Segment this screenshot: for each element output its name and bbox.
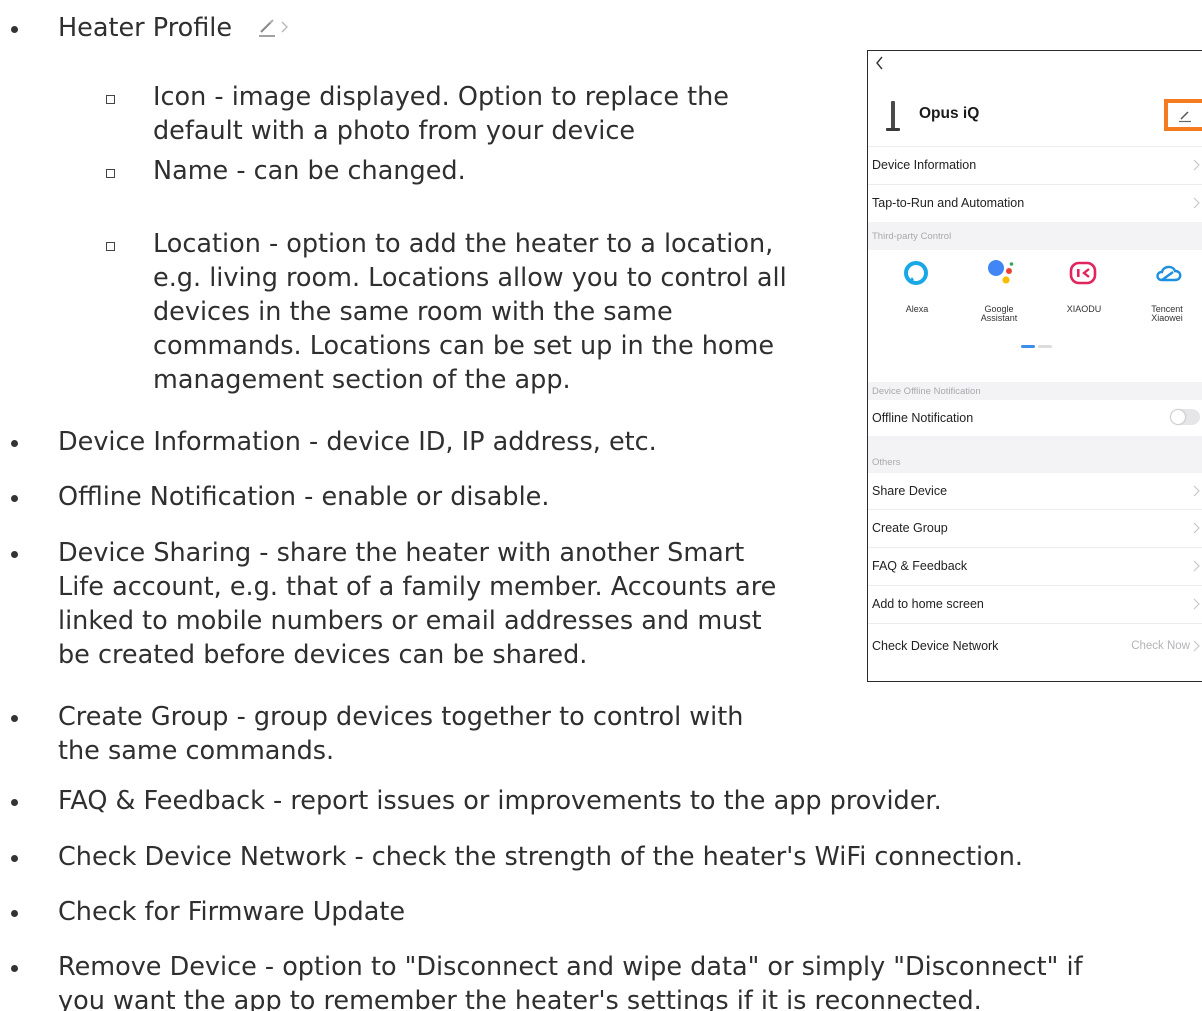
pager-indicator (1038, 345, 1052, 348)
toggle-knob (1171, 410, 1185, 424)
bullet (11, 910, 18, 917)
control-label-google-line-2: Assistant (980, 313, 1018, 323)
item-device-sharing-line-2: Life account, e.g. that of a family memb… (58, 572, 777, 602)
section-header-offline: Device Offline Notification (872, 386, 981, 397)
row-label: Add to home screen (872, 597, 984, 611)
item-create-group-line-2: the same commands. (58, 736, 335, 766)
row-faq-feedback[interactable]: FAQ & Feedback (868, 548, 1202, 585)
chevron-right-icon (1193, 485, 1200, 497)
sub-item-location-line-4: commands. Locations can be set up in the… (153, 331, 775, 361)
item-device-information: Device Information - device ID, IP addre… (58, 427, 657, 457)
edit-name-button[interactable] (1164, 99, 1202, 131)
item-remove-device-line-2: you want the app to remember the heater'… (58, 986, 982, 1011)
row-create-group[interactable]: Create Group (868, 510, 1202, 547)
heading-heater-profile: Heater Profile (58, 13, 233, 43)
row-label: Create Group (872, 521, 948, 535)
tencent-xiaowei-icon (1156, 265, 1182, 282)
pager-indicator-active (1021, 345, 1035, 348)
item-check-device-network: Check Device Network - check the strengt… (58, 842, 1024, 872)
sub-item-icon-line-1: Icon - image displayed. Option to replac… (153, 82, 729, 112)
heading-icons (259, 19, 288, 37)
row-offline-notification: Offline Notification (868, 400, 1202, 436)
bullet (11, 495, 18, 502)
row-check-device-network[interactable]: Check Device Network Check Now (868, 624, 1202, 664)
row-label: Tap-to-Run and Automation (872, 196, 1025, 210)
check-now-label: Check Now (1131, 640, 1190, 652)
row-tap-to-run[interactable]: Tap-to-Run and Automation (868, 185, 1202, 222)
offline-notification-toggle[interactable] (1170, 409, 1200, 425)
device-name: Opus iQ (919, 105, 980, 122)
bullet (11, 715, 18, 722)
section-band: Third-party Control (868, 222, 1202, 250)
row-label: Offline Notification (872, 411, 974, 425)
square-bullet (106, 95, 115, 104)
pencil-icon (259, 19, 275, 37)
sub-item-location-line-5: management section of the app. (153, 365, 571, 395)
bullet (11, 440, 18, 447)
bullet (11, 855, 18, 862)
section-band: Others (868, 436, 1202, 473)
app-screenshot: Opus iQ Device Information Tap-to-Run an… (867, 50, 1202, 682)
item-device-sharing-line-3: linked to mobile numbers or email addres… (58, 606, 762, 636)
xiaodu-icon (1069, 261, 1097, 285)
chevron-right-icon (1193, 197, 1200, 209)
item-offline-notification: Offline Notification - enable or disable… (58, 482, 550, 512)
google-assistant-icon (988, 260, 1014, 284)
item-create-group-line-1: Create Group - group devices together to… (58, 702, 744, 732)
row-label: FAQ & Feedback (872, 559, 968, 573)
sub-item-location-line-1: Location - option to add the heater to a… (153, 229, 774, 259)
control-label-tencent-line-2: Xiaowei (1151, 313, 1183, 323)
control-label-xiaodu: XIAODU (1066, 304, 1102, 314)
section-header-third-party: Third-party Control (872, 231, 952, 242)
bullet (11, 551, 18, 558)
square-bullet (106, 242, 115, 251)
chevron-right-icon (1193, 598, 1200, 610)
third-party-controls: Alexa Google Assistant XIAODU Tencent Xi… (868, 250, 1202, 382)
bullet (11, 965, 18, 972)
heater-device-icon (886, 101, 900, 131)
chevron-left-icon[interactable] (874, 55, 884, 71)
alexa-icon (904, 261, 928, 285)
section-band: Device Offline Notification (868, 382, 1202, 400)
row-label: Share Device (872, 484, 948, 498)
row-label: Device Information (872, 158, 977, 172)
chevron-right-icon (1193, 560, 1200, 572)
sub-item-location-line-2: e.g. living room. Locations allow you to… (153, 263, 787, 293)
chevron-right-icon (1193, 640, 1200, 652)
item-device-sharing-line-4: be created before devices can be shared. (58, 640, 588, 670)
item-remove-device-line-1: Remove Device - option to "Disconnect an… (58, 952, 1083, 982)
row-device-information[interactable]: Device Information (868, 147, 1202, 184)
control-label-alexa: Alexa (905, 304, 929, 314)
bullet (11, 26, 18, 33)
chevron-right-icon (281, 21, 288, 33)
sub-item-icon-line-2: default with a photo from your device (153, 116, 636, 146)
item-faq-feedback: FAQ & Feedback - report issues or improv… (58, 786, 942, 816)
item-firmware-update: Check for Firmware Update (58, 897, 406, 927)
chevron-right-icon (1193, 159, 1200, 171)
sub-item-name-line-1: Name - can be changed. (153, 156, 466, 186)
pencil-icon (1179, 111, 1191, 123)
bullet (11, 799, 18, 806)
section-header-others: Others (872, 457, 901, 468)
item-device-sharing-line-1: Device Sharing - share the heater with a… (58, 538, 745, 568)
square-bullet (106, 169, 115, 178)
sub-item-location-line-3: devices in the same room with the same (153, 297, 673, 327)
row-share-device[interactable]: Share Device (868, 473, 1202, 509)
chevron-right-icon (1193, 522, 1200, 534)
row-add-to-home-screen[interactable]: Add to home screen (868, 586, 1202, 623)
row-label: Check Device Network (872, 639, 999, 653)
